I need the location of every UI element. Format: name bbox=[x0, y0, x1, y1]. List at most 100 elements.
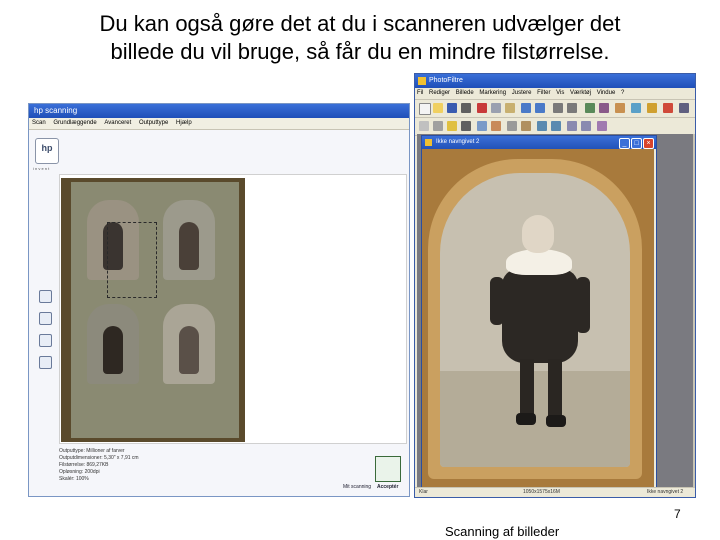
hp-menu-help[interactable]: Hjælp bbox=[176, 120, 192, 126]
settings-icon[interactable] bbox=[679, 103, 689, 113]
redo-icon[interactable] bbox=[535, 103, 545, 113]
sharpen-icon[interactable] bbox=[551, 121, 561, 131]
child-head bbox=[522, 215, 554, 253]
photofiltre-app-icon bbox=[418, 77, 426, 85]
hp-menubar: Scan Grundlæggende Avanceret Outputtype … bbox=[29, 118, 409, 130]
child-right-shoe bbox=[546, 415, 566, 427]
photo-card-image bbox=[440, 173, 630, 467]
hp-content-area: hp i n v e n t Outputtype: Millioner af … bbox=[29, 130, 409, 496]
darken-icon[interactable] bbox=[461, 121, 471, 131]
status-image-size: 1050x1575x16M bbox=[523, 489, 560, 495]
album-page bbox=[71, 182, 239, 438]
open-folder-icon[interactable] bbox=[433, 103, 443, 113]
grayscale-icon[interactable] bbox=[507, 121, 517, 131]
pf-menu-file[interactable]: Fil bbox=[417, 90, 423, 96]
info-output-dimensions: Outputdimensioner: 5,30" x 7,91 cm bbox=[59, 455, 139, 461]
sepia-icon[interactable] bbox=[521, 121, 531, 131]
child-right-arm bbox=[576, 277, 590, 333]
document-window: Ikke navngivet 2 _ □ × bbox=[421, 135, 657, 489]
canvas-size-icon[interactable] bbox=[599, 103, 609, 113]
hp-menu-scan[interactable]: Scan bbox=[32, 120, 46, 126]
document-icon bbox=[425, 139, 432, 146]
pf-menu-view[interactable]: Vis bbox=[556, 90, 564, 96]
rotate-right-icon[interactable] bbox=[39, 312, 52, 325]
photofiltre-statusbar: Klar 1050x1575x16M Ikke navngivet 2 bbox=[415, 487, 695, 497]
pf-menu-window[interactable]: Vindue bbox=[597, 90, 616, 96]
scan-selection-box[interactable] bbox=[107, 222, 157, 298]
flip-vertical-icon[interactable] bbox=[581, 121, 591, 131]
paste-icon[interactable] bbox=[505, 103, 515, 113]
contrast-icon[interactable] bbox=[433, 121, 443, 131]
crop-icon[interactable] bbox=[615, 103, 625, 113]
child-right-leg bbox=[548, 359, 562, 419]
brightness-icon[interactable] bbox=[647, 103, 657, 113]
rotate-icon[interactable] bbox=[597, 121, 607, 131]
gamma-icon[interactable] bbox=[477, 121, 487, 131]
album-photo-seated bbox=[163, 200, 215, 280]
status-ready: Klar bbox=[419, 489, 428, 495]
slide-title-line-1: Du kan også gøre det at du i scanneren u… bbox=[99, 11, 621, 36]
image-canvas[interactable] bbox=[422, 149, 654, 487]
accept-button[interactable]: Acceptér bbox=[377, 484, 398, 490]
flip-horizontal-icon[interactable] bbox=[567, 121, 577, 131]
album-photo-standing bbox=[163, 304, 215, 384]
cut-icon[interactable] bbox=[477, 103, 487, 113]
photo-album-preview bbox=[61, 178, 245, 442]
hp-scanning-window: hp scanning Scan Grundlæggende Avanceret… bbox=[28, 103, 410, 497]
hp-menu-advanced[interactable]: Avanceret bbox=[104, 120, 131, 126]
slide-title-line-2: billede du vil bruge, så får du en mindr… bbox=[110, 39, 610, 64]
print-icon[interactable] bbox=[461, 103, 471, 113]
new-file-icon[interactable] bbox=[419, 103, 431, 115]
pf-menu-help[interactable]: ? bbox=[621, 90, 624, 96]
color-icon[interactable] bbox=[663, 103, 673, 113]
workspace-scrollbar[interactable] bbox=[693, 134, 695, 490]
photofiltre-window: PhotoFiltre Fil Rediger Billede Markerin… bbox=[414, 73, 696, 498]
copy-icon[interactable] bbox=[491, 103, 501, 113]
hp-logo-tagline: i n v e n t bbox=[33, 166, 50, 171]
photofiltre-title: PhotoFiltre bbox=[429, 77, 463, 84]
rotate-left-icon[interactable] bbox=[39, 290, 52, 303]
my-scanning-link[interactable]: Mit scanning bbox=[343, 484, 371, 490]
zoom-icon[interactable] bbox=[39, 334, 52, 347]
minimize-icon[interactable]: _ bbox=[619, 138, 630, 149]
slide-footer: Scanning af billeder bbox=[445, 524, 560, 539]
auto-level-icon[interactable] bbox=[419, 121, 429, 131]
seated-figure bbox=[179, 222, 199, 270]
pf-menu-tools[interactable]: Værktøj bbox=[570, 90, 591, 96]
photofiltre-titlebar[interactable]: PhotoFiltre bbox=[415, 74, 695, 88]
pf-menu-edit[interactable]: Rediger bbox=[429, 90, 450, 96]
hp-logo: hp bbox=[35, 138, 59, 164]
pf-menu-adjust[interactable]: Justere bbox=[512, 90, 532, 96]
hp-window-titlebar[interactable]: hp scanning bbox=[29, 104, 409, 118]
child-left-shoe bbox=[516, 413, 536, 425]
image-size-icon[interactable] bbox=[585, 103, 595, 113]
photofiltre-workspace: Ikke navngivet 2 _ □ × bbox=[417, 134, 695, 490]
pf-menu-filter[interactable]: Filter bbox=[537, 90, 550, 96]
info-output-type: Outputtype: Millioner af farver bbox=[59, 448, 125, 454]
accept-scan-icon[interactable] bbox=[375, 456, 401, 482]
lighten-icon[interactable] bbox=[447, 121, 457, 131]
close-icon[interactable]: × bbox=[643, 138, 654, 149]
saturation-icon[interactable] bbox=[491, 121, 501, 131]
save-icon[interactable] bbox=[447, 103, 457, 113]
zoom-in-icon[interactable] bbox=[553, 103, 563, 113]
woman-figure bbox=[103, 326, 123, 374]
blur-icon[interactable] bbox=[537, 121, 547, 131]
pf-menu-selection[interactable]: Markering bbox=[479, 90, 506, 96]
zoom-out-icon[interactable] bbox=[567, 103, 577, 113]
hp-menu-basic[interactable]: Grundlæggende bbox=[53, 120, 96, 126]
undo-icon[interactable] bbox=[521, 103, 531, 113]
status-document-name: Ikke navngivet 2 bbox=[647, 489, 684, 495]
info-scale: Skalér: 100% bbox=[59, 476, 89, 482]
page-number: 7 bbox=[674, 507, 681, 521]
adjust-icon[interactable] bbox=[631, 103, 641, 113]
document-titlebar[interactable]: Ikke navngivet 2 _ □ × bbox=[422, 136, 656, 149]
photofiltre-menubar: Fil Rediger Billede Markering Justere Fi… bbox=[415, 88, 695, 100]
info-file-size: Filstørrelse: 869,27KB bbox=[59, 462, 109, 468]
slide-title: Du kan også gøre det at du i scanneren u… bbox=[0, 10, 720, 66]
zoom-out-icon[interactable] bbox=[39, 356, 52, 369]
pf-menu-image[interactable]: Billede bbox=[456, 90, 474, 96]
hp-output-info: Outputtype: Millioner af farver Outputdi… bbox=[59, 448, 359, 483]
maximize-icon[interactable]: □ bbox=[631, 138, 642, 149]
hp-menu-output-type[interactable]: Outputtype bbox=[139, 120, 168, 126]
